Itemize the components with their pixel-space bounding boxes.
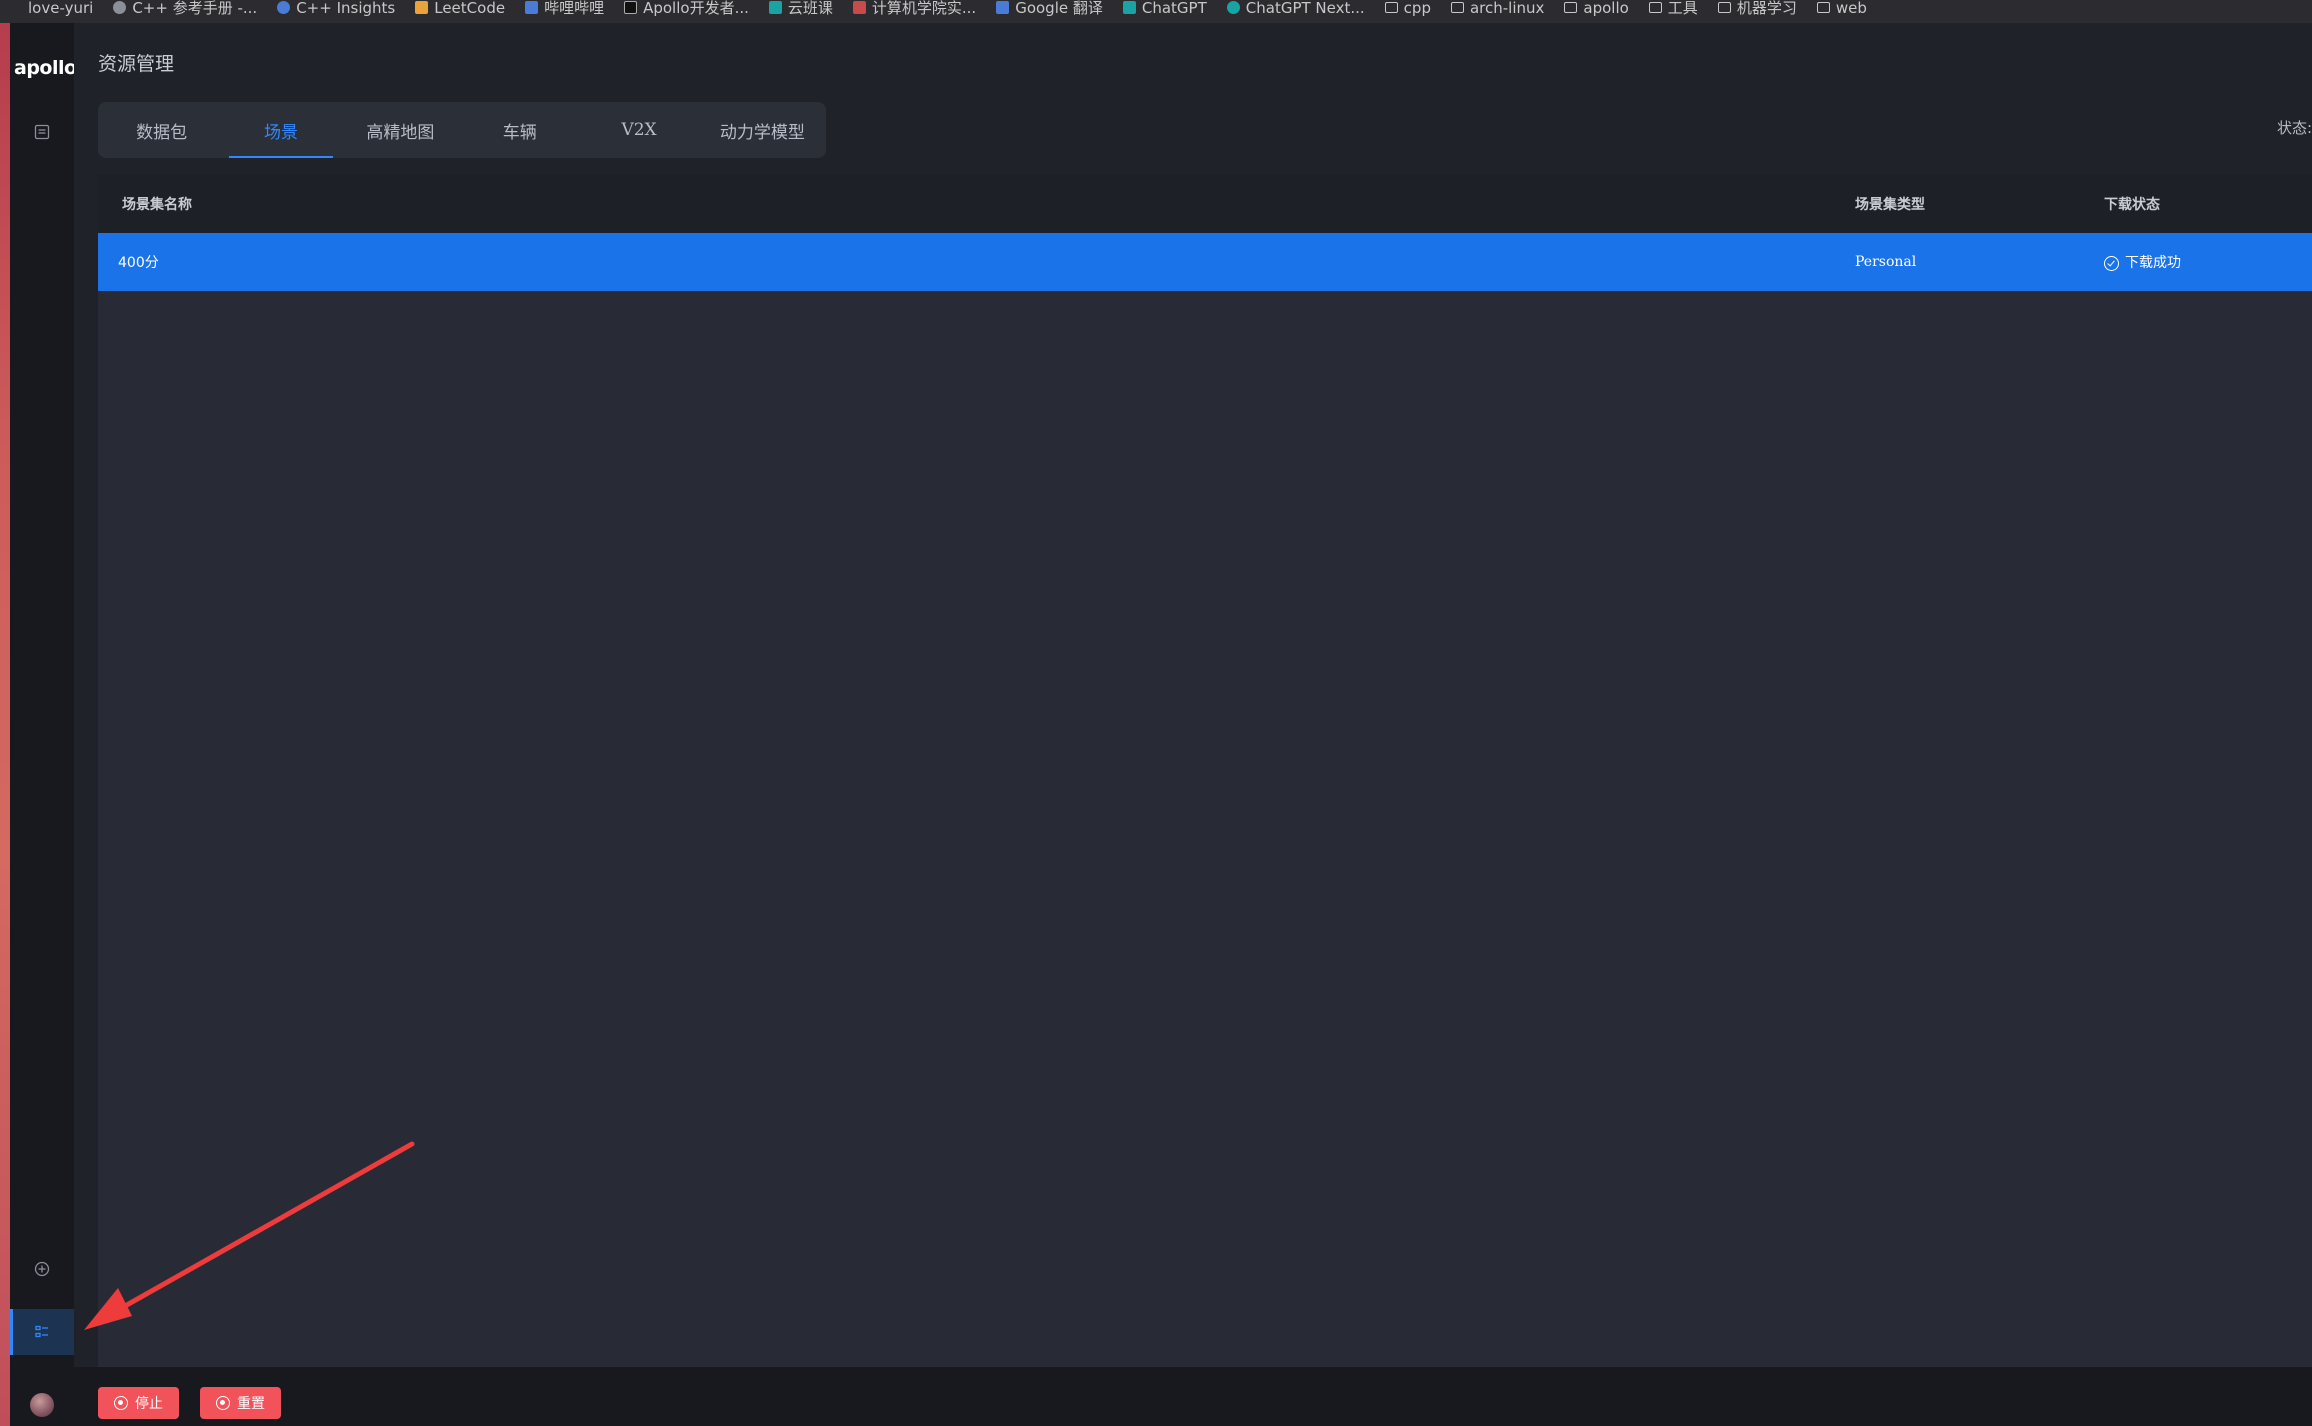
stop-button[interactable]: 停止 — [98, 1387, 179, 1419]
bookmark-folder-web[interactable]: web — [1807, 0, 1877, 19]
bilibili-icon — [525, 1, 539, 14]
sidebar-resource-manager-button[interactable] — [10, 1309, 74, 1355]
reset-button[interactable]: 重置 — [200, 1387, 281, 1419]
column-header-download-status: 下载状态 — [2104, 197, 2160, 213]
bookmark-yunbanke[interactable]: 云班课 — [759, 0, 843, 19]
bookmark-folder-cpp[interactable]: cpp — [1375, 0, 1441, 19]
school-icon — [852, 1, 866, 14]
bookmark-label: Apollo开发者... — [643, 0, 749, 17]
column-header-name: 场景集名称 — [122, 197, 192, 213]
page-title: 资源管理 — [98, 53, 175, 75]
cpp-icon — [113, 1, 127, 14]
bookmark-folder-ml[interactable]: 机器学习 — [1708, 0, 1807, 19]
app-sidebar: apollo — [10, 23, 77, 1426]
status-label: 状态: — [2276, 119, 2312, 137]
stop-button-label: 停止 — [135, 1396, 163, 1412]
scenario-name-cell: 400分 — [118, 255, 159, 271]
add-circle-icon — [34, 1261, 50, 1277]
translate-icon — [996, 1, 1010, 14]
column-header-type: 场景集类型 — [1855, 197, 1925, 213]
bookmark-label: Google 翻译 — [1015, 0, 1103, 17]
chatgpt-next-icon — [1226, 1, 1240, 14]
leetcode-icon — [415, 1, 429, 14]
bookmark-label: ChatGPT Next... — [1245, 0, 1365, 17]
tab-hd-map[interactable]: 高精地图 — [341, 102, 460, 158]
bookmark-label: 计算机学院实... — [871, 0, 977, 17]
cloud-icon — [768, 1, 782, 14]
bookmark-leetcode[interactable]: LeetCode — [405, 0, 515, 19]
bookmark-label: ChatGPT — [1141, 0, 1207, 17]
scenario-type-cell: Personal — [1855, 254, 1917, 270]
bookmark-school[interactable]: 计算机学院实... — [843, 0, 986, 19]
scenario-table: 场景集名称 场景集类型 下载状态 400分 Personal 下载成功 — [98, 175, 2312, 1367]
bookmark-google-translate[interactable]: Google 翻译 — [986, 0, 1113, 19]
chatgpt-icon — [1122, 1, 1136, 14]
tab-dynamics-model[interactable]: 动力学模型 — [699, 102, 826, 158]
user-avatar[interactable] — [30, 1393, 54, 1417]
bookmark-label: 机器学习 — [1736, 0, 1797, 17]
sidebar-list-button[interactable] — [10, 109, 74, 155]
table-row[interactable]: 400分 Personal 下载成功 — [98, 233, 2312, 291]
bookmark-chatgpt[interactable]: ChatGPT — [1113, 0, 1217, 19]
tab-v2x[interactable]: V2X — [579, 102, 698, 158]
record-reset-icon — [216, 1396, 230, 1410]
bookmark-apollo-dev[interactable]: Apollo开发者... — [614, 0, 759, 19]
reset-button-label: 重置 — [237, 1396, 265, 1412]
main-content: 资源管理 数据包 场景 高精地图 车辆 V2X 动力学模型 状态: 场景集名称 … — [74, 23, 2312, 1367]
list-icon — [34, 124, 50, 140]
bookmark-folder-tools[interactable]: 工具 — [1639, 0, 1708, 19]
folder-icon — [1717, 2, 1731, 13]
bookmark-label: arch-linux — [1469, 0, 1545, 17]
apollo-logo: apollo — [14, 57, 77, 79]
bookmark-label: C++ Insights — [296, 0, 396, 17]
table-header: 场景集名称 场景集类型 下载状态 — [98, 175, 2312, 233]
tab-scenario[interactable]: 场景 — [221, 102, 340, 158]
folder-icon — [1564, 2, 1578, 13]
bookmark-label: apollo — [1583, 0, 1629, 17]
resource-tabs: 数据包 场景 高精地图 车辆 V2X 动力学模型 — [98, 102, 826, 158]
bookmark-label: 哔哩哔哩 — [544, 0, 605, 17]
download-status-text: 下载成功 — [2125, 255, 2181, 271]
bookmark-label: cpp — [1403, 0, 1431, 17]
bottom-control-bar: 停止 重置 — [74, 1367, 2312, 1426]
check-circle-icon — [2104, 255, 2119, 271]
desktop-wallpaper-strip — [0, 0, 10, 1426]
tab-data-package[interactable]: 数据包 — [102, 102, 221, 158]
record-stop-icon — [114, 1396, 128, 1410]
bookmarks-bar: love-yuri C++ 参考手册 -... C++ Insights Lee… — [0, 0, 2312, 23]
search-icon — [277, 1, 291, 14]
tab-vehicle[interactable]: 车辆 — [460, 102, 579, 158]
bookmark-label: 云班课 — [787, 0, 833, 17]
sidebar-add-button[interactable] — [10, 1246, 74, 1292]
resource-manager-icon — [35, 1325, 48, 1338]
bookmark-label: C++ 参考手册 -... — [132, 0, 258, 17]
bookmark-chatgpt-next[interactable]: ChatGPT Next... — [1217, 0, 1375, 19]
bookmark-label: love-yuri — [28, 0, 94, 17]
folder-icon — [1816, 2, 1830, 13]
bookmark-folder-apollo[interactable]: apollo — [1554, 0, 1638, 19]
bookmark-cpp-reference[interactable]: C++ 参考手册 -... — [103, 0, 267, 19]
apollo-icon — [624, 1, 638, 14]
folder-icon — [1384, 2, 1398, 13]
bookmark-folder-arch-linux[interactable]: arch-linux — [1441, 0, 1554, 19]
folder-icon — [1450, 2, 1464, 13]
bookmark-love-yuri[interactable]: love-yuri — [0, 0, 103, 19]
bookmark-label: LeetCode — [434, 0, 506, 17]
bookmark-bilibili[interactable]: 哔哩哔哩 — [515, 0, 614, 19]
bookmark-cpp-insights[interactable]: C++ Insights — [267, 0, 405, 19]
bookmark-label: web — [1835, 0, 1867, 17]
download-status-cell: 下载成功 — [2104, 252, 2181, 272]
folder-icon — [1648, 2, 1662, 13]
bookmark-label: 工具 — [1667, 0, 1698, 17]
